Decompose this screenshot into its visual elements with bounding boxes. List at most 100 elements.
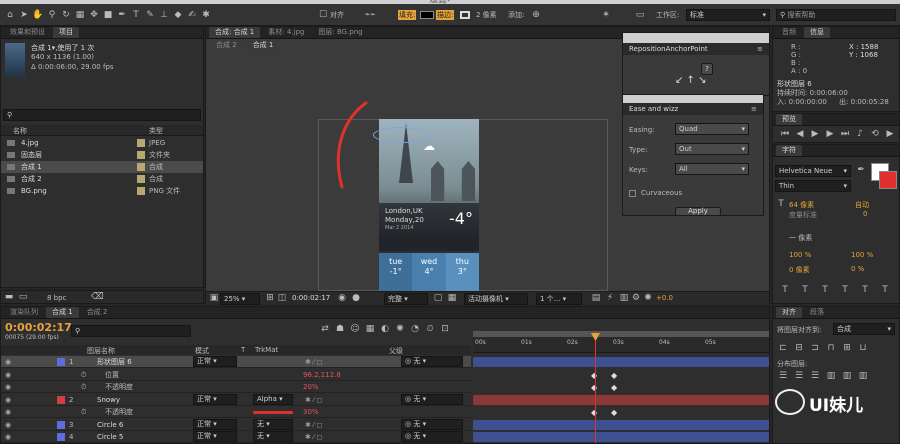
clone-tool-icon[interactable]: ⊥ — [158, 8, 170, 22]
eye-icon[interactable]: ◉ — [5, 356, 11, 368]
selection-tool-icon[interactable]: ➤ — [18, 8, 30, 22]
parent-select[interactable]: ◎ 无 ▾ — [401, 418, 463, 430]
trkmat-select[interactable]: Alpha ▾ — [253, 393, 293, 405]
tab-render-queue[interactable]: 渲染队列 — [4, 307, 44, 318]
property-row[interactable]: ◉ ⏱ 不透明度 30% — [1, 406, 471, 418]
brainstorm-icon[interactable]: ✺ — [394, 322, 406, 336]
stroke-size[interactable]: 2 像素 — [476, 10, 497, 20]
apply-button[interactable]: Apply — [675, 207, 721, 216]
header-name[interactable]: 名称 — [13, 126, 27, 136]
align-bottom-icon[interactable]: ⊔ — [857, 341, 869, 355]
list-item[interactable]: 4.jpg JPEG — [1, 137, 203, 149]
parent-select[interactable]: ◎ 无 ▾ — [401, 356, 463, 367]
list-item[interactable]: 合成 1 合成 — [1, 161, 203, 173]
timeline-icon[interactable]: ▥ — [618, 291, 630, 305]
stopwatch-icon[interactable]: ⏱ — [81, 381, 86, 393]
eyedropper-icon[interactable]: ✒ — [855, 163, 867, 177]
folder-icon[interactable]: ▭ — [17, 290, 29, 304]
layer-row[interactable]: ◉ 1 形状图层 6 正常 ▾ ✱ ⁄ ◻ ◎ 无 ▾ — [1, 356, 471, 368]
property-row[interactable]: ◉ ⏱ 位置 96.2,112.8 — [1, 369, 471, 381]
exposure-value[interactable]: +0.0 — [656, 294, 673, 302]
layer-duration-bar[interactable] — [473, 394, 769, 405]
tracking[interactable]: 0 — [863, 210, 867, 218]
faux-bold-icon[interactable]: T — [779, 283, 791, 297]
eraser-tool-icon[interactable]: ◆ — [172, 8, 184, 22]
tab-preview[interactable]: 预览 — [776, 114, 802, 125]
type-select[interactable]: Out ▾ — [675, 143, 749, 155]
stopwatch-icon[interactable]: ⏱ — [81, 406, 86, 418]
track-area[interactable]: ◆◆◆◆◆◆ — [473, 356, 769, 444]
label-color-swatch[interactable] — [137, 163, 145, 171]
eye-icon[interactable]: ◉ — [5, 394, 11, 406]
distribute-bottom-icon[interactable]: ☰ — [809, 369, 821, 383]
resolution-icon[interactable]: ▣ — [208, 291, 220, 305]
eye-icon[interactable]: ◉ — [5, 406, 11, 418]
tab-info[interactable]: 信息 — [804, 27, 830, 38]
stroke-color-swatch[interactable] — [879, 171, 897, 189]
camera-select[interactable]: 活动摄像机 ▾ — [464, 293, 528, 305]
vertical-scale[interactable]: 100 % — [789, 251, 811, 259]
font-family-select[interactable]: Helvetica Neue ▾ — [775, 165, 851, 177]
layer-label-swatch[interactable] — [57, 433, 65, 441]
align-checkbox[interactable]: ☐ — [317, 8, 329, 22]
list-item[interactable]: BG.png PNG 文件 — [1, 185, 203, 197]
text-tool-icon[interactable]: T — [130, 8, 142, 22]
header-parent[interactable]: 父级 — [389, 346, 403, 356]
time-ruler[interactable]: 00s 01s 02s 03s 04s 05s — [473, 331, 769, 353]
menu-icon[interactable]: ≡ — [751, 105, 757, 113]
play-icon[interactable]: ▶ — [809, 127, 821, 141]
property-row[interactable]: ◉ ⏱ 不透明度 20% — [1, 381, 471, 393]
pen-tool-icon[interactable]: ✒ — [116, 8, 128, 22]
roto-tool-icon[interactable]: ✍ — [186, 8, 198, 22]
eye-icon[interactable]: ◉ — [5, 431, 11, 443]
distribute-left-icon[interactable]: ▥ — [825, 369, 837, 383]
trash-icon[interactable]: ▬ — [3, 290, 15, 304]
clock-icon[interactable]: ⏲ — [424, 322, 436, 336]
list-item[interactable]: 固态层 文件夹 — [1, 149, 203, 161]
label-color-swatch[interactable] — [137, 187, 145, 195]
distribute-top-icon[interactable]: ☰ — [777, 369, 789, 383]
zoom-select[interactable]: 25% ▾ — [220, 293, 260, 305]
puppet-tool-icon[interactable]: ✱ — [200, 8, 212, 22]
switches[interactable]: ✱ ⁄ ◻ — [305, 394, 322, 406]
layer-duration-bar[interactable] — [473, 419, 769, 430]
keyframe-icon[interactable]: ◆ — [611, 408, 617, 417]
align-hcenter-icon[interactable]: ⊟ — [793, 341, 805, 355]
trkmat-select[interactable]: 无 ▾ — [253, 418, 293, 430]
audio-icon[interactable]: ♪ — [854, 127, 866, 141]
align-left-icon[interactable]: ⊏ — [777, 341, 789, 355]
frame-blend-icon[interactable]: ▦ — [364, 322, 376, 336]
font-size[interactable]: 64 像素 — [789, 200, 814, 210]
phone-mockup[interactable]: ☁ London,UK Monday,20 Mar 2 2014 -4° tue… — [379, 119, 479, 291]
next-frame-icon[interactable]: ▶ — [824, 127, 836, 141]
zoom-tool-icon[interactable]: ⚲ — [46, 8, 58, 22]
exposure-icon[interactable]: ✺ — [642, 291, 654, 305]
views-select[interactable]: 1 个... ▾ — [536, 293, 582, 305]
comp-name[interactable]: 合成 1▾,使用了 1 次 — [31, 43, 94, 53]
subscript-icon[interactable]: T — [879, 283, 891, 297]
stopwatch-icon[interactable]: ⏱ — [81, 369, 86, 381]
eye-icon[interactable]: ◉ — [5, 369, 11, 381]
keyframe-track[interactable]: ◆◆ — [473, 407, 769, 417]
tab-character[interactable]: 字符 — [776, 145, 802, 156]
stroke-width[interactable]: 一 像素 — [789, 233, 812, 243]
flow-comp-1[interactable]: 合成 1 — [246, 40, 280, 51]
distribute-right-icon[interactable]: ▥ — [857, 369, 869, 383]
keyframe-track[interactable]: ◆◆ — [473, 370, 769, 380]
stroke-swatch[interactable] — [460, 11, 470, 19]
tsume[interactable]: 0 % — [851, 265, 864, 273]
home-icon[interactable]: ⌂ — [4, 8, 16, 22]
font-style-select[interactable]: Thin ▾ — [775, 180, 851, 192]
header-t[interactable]: T — [241, 346, 245, 354]
graph-editor-icon[interactable]: ◔ — [409, 322, 421, 336]
align-right-icon[interactable]: ⊐ — [809, 341, 821, 355]
eye-icon[interactable]: ◉ — [5, 381, 11, 393]
tab-align[interactable]: 对齐 — [776, 307, 802, 318]
loop-icon[interactable]: ⟲ — [869, 127, 881, 141]
property-value[interactable]: 20% — [303, 381, 319, 393]
current-time[interactable]: 0:00:02:17 — [5, 321, 72, 334]
quality-select[interactable]: 完整 ▾ — [384, 293, 428, 305]
workspace-select[interactable]: 标准 ▾ — [686, 9, 770, 21]
rotate-tool-icon[interactable]: ↻ — [60, 8, 72, 22]
graph-icon[interactable]: ⊡ — [439, 322, 451, 336]
